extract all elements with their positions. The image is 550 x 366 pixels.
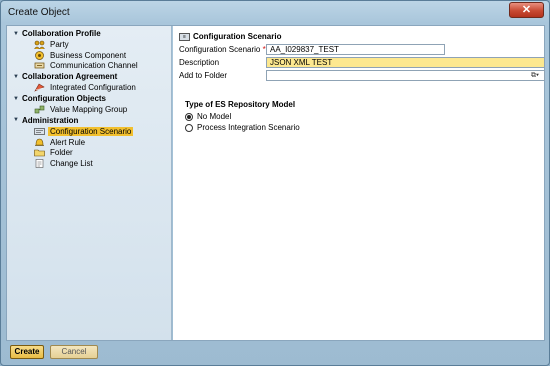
- folder-picker-icon[interactable]: ⧉▾: [528, 72, 542, 80]
- communication-channel-icon: [34, 61, 45, 70]
- tree-item-label: Business Component: [50, 50, 127, 60]
- object-type-tree-pane: ▼ Collaboration Profile Party Business C…: [7, 26, 172, 340]
- section-title: Configuration Scenario: [193, 32, 282, 41]
- value-mapping-group-icon: [34, 105, 45, 114]
- tree-group-configuration-objects[interactable]: ▼ Configuration Objects: [7, 93, 172, 104]
- tree-group-label: Collaboration Profile: [22, 29, 101, 38]
- integrated-configuration-icon: [34, 83, 45, 92]
- radio-no-model[interactable]: No Model: [185, 112, 231, 121]
- tree-item-label: Integrated Configuration: [50, 83, 136, 93]
- expanded-arrow-icon: ▼: [13, 73, 19, 80]
- tree-item-label: Value Mapping Group: [50, 105, 128, 115]
- radio-label: No Model: [197, 112, 232, 121]
- cancel-button[interactable]: Cancel: [50, 345, 98, 359]
- scenario-field-label: Configuration Scenario *: [179, 45, 266, 54]
- folder-icon: [34, 148, 45, 157]
- change-list-icon: [34, 159, 45, 169]
- tree-item-configuration-scenario[interactable]: Configuration Scenario: [7, 126, 172, 137]
- business-component-icon: [34, 50, 45, 60]
- tree-item-change-list[interactable]: Change List: [7, 158, 172, 169]
- form-row-description: Description JSON XML TEST: [179, 57, 545, 68]
- tree-item-communication-channel[interactable]: Communication Channel: [7, 61, 172, 72]
- tree-item-label: Change List: [50, 159, 93, 169]
- tree-item-label: Party: [50, 39, 69, 49]
- close-button[interactable]: ✕: [509, 2, 544, 18]
- create-button[interactable]: Create: [10, 345, 44, 359]
- expanded-arrow-icon: ▼: [13, 95, 19, 102]
- tree-item-folder[interactable]: Folder: [7, 148, 172, 159]
- tree-group-label: Collaboration Agreement: [22, 72, 118, 82]
- title-bar: Create Object ✕: [1, 1, 549, 25]
- radio-button[interactable]: [185, 123, 193, 132]
- scenario-name-input[interactable]: AA_I029837_TEST: [266, 44, 445, 55]
- tree-item-label: Alert Rule: [50, 137, 86, 147]
- tree-item-party[interactable]: Party: [7, 39, 172, 50]
- tree-item-alert-rule[interactable]: Alert Rule: [7, 137, 172, 148]
- close-icon: ✕: [521, 4, 532, 16]
- alert-rule-icon: [34, 138, 45, 147]
- form-row-folder: Add to Folder ⧉▾: [179, 70, 545, 81]
- section-header: ≡ Configuration Scenario: [179, 32, 281, 41]
- dialog-content: ▼ Collaboration Profile Party Business C…: [6, 25, 545, 341]
- dialog-title: Create Object: [8, 7, 70, 18]
- tree-item-label: Communication Channel: [50, 61, 138, 71]
- expanded-arrow-icon: ▼: [13, 117, 19, 124]
- tree-group-administration[interactable]: ▼ Administration: [7, 115, 172, 126]
- tree-item-value-mapping-group[interactable]: Value Mapping Group: [7, 104, 172, 115]
- form-row-scenario: Configuration Scenario * AA_I029837_TEST: [179, 44, 539, 55]
- object-type-tree: ▼ Collaboration Profile Party Business C…: [7, 28, 172, 169]
- expanded-arrow-icon: ▼: [13, 30, 19, 37]
- description-input[interactable]: JSON XML TEST: [266, 57, 545, 68]
- dialog-footer: Create Cancel: [6, 342, 545, 364]
- radio-process-integration-scenario[interactable]: Process Integration Scenario: [185, 123, 300, 132]
- tree-item-label: Folder: [50, 148, 73, 158]
- tree-group-label: Administration: [22, 115, 79, 125]
- tree-group-collaboration-profile[interactable]: ▼ Collaboration Profile: [7, 28, 172, 39]
- configuration-scenario-icon: ≡: [179, 32, 190, 41]
- tree-item-label: Configuration Scenario: [48, 126, 134, 136]
- radio-button-selected[interactable]: [185, 112, 193, 121]
- folder-input[interactable]: ⧉▾: [266, 70, 545, 81]
- model-type-title: Type of ES Repository Model: [185, 100, 296, 109]
- tree-item-integrated-configuration[interactable]: Integrated Configuration: [7, 82, 172, 93]
- create-object-dialog: Create Object ✕ ▼ Collaboration Profile …: [0, 0, 550, 366]
- radio-label: Process Integration Scenario: [197, 123, 300, 132]
- tree-item-business-component[interactable]: Business Component: [7, 50, 172, 61]
- party-icon: [34, 40, 45, 49]
- description-field-label: Description: [179, 58, 220, 67]
- tree-group-collaboration-agreement[interactable]: ▼ Collaboration Agreement: [7, 71, 172, 82]
- configuration-scenario-icon: [34, 127, 45, 136]
- folder-field-label: Add to Folder: [179, 71, 228, 80]
- object-details-pane: ≡ Configuration Scenario Configuration S…: [173, 26, 545, 340]
- tree-group-label: Configuration Objects: [22, 94, 106, 104]
